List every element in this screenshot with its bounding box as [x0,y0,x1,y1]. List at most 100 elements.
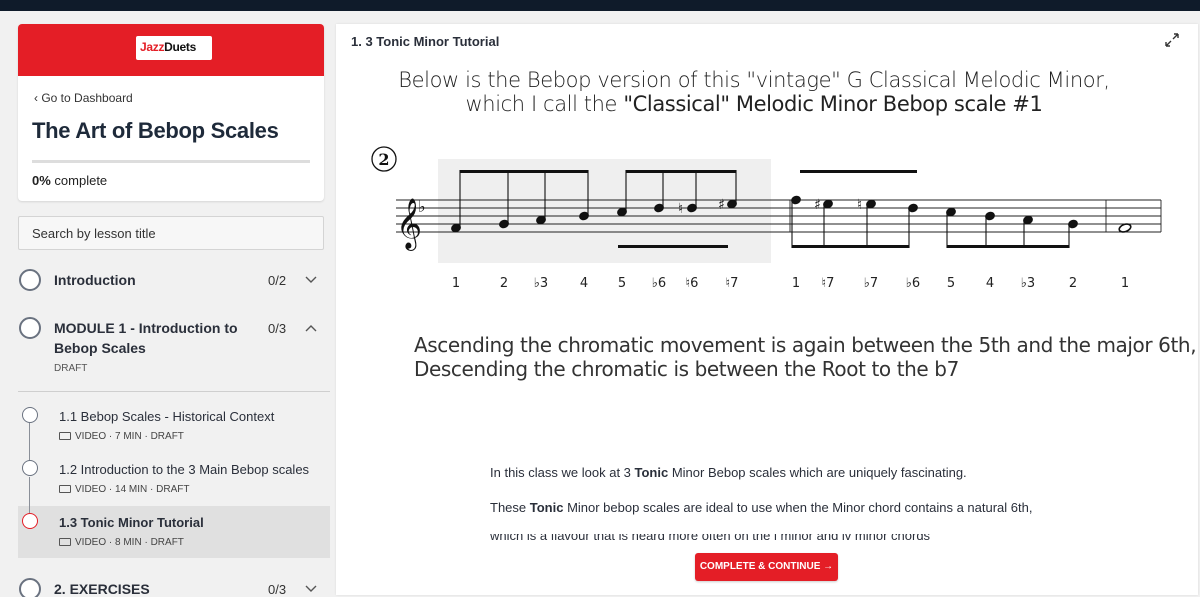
scale-degree-label: ♮6 [686,276,699,291]
module-progress-count: 0/2 [268,273,287,288]
lesson-status-circle-icon [22,513,38,529]
lesson-status: DRAFT [156,484,190,495]
module-status-draft: DRAFT [54,363,88,374]
description-line-2: Descending the chromatic is between the … [414,357,959,381]
lesson-meta: VIDEO · 8 MIN · DRAFT [59,537,184,548]
module-title-exercises[interactable]: 2. EXERCISES [54,579,150,597]
intro-line-2-text: which I call the [465,92,624,116]
lesson-title[interactable]: 1.1 Bebop Scales - Historical Context [59,409,274,424]
intro-line-2: which I call the "Classical" Melodic Min… [336,92,1172,116]
scale-degree-label: ♭6 [906,276,920,291]
course-card: JazzDuets ‹ Go to Dashboard The Art of B… [18,24,324,201]
module-title-introduction[interactable]: Introduction [54,270,136,290]
accidental-icon: ♯ [718,197,725,213]
video-icon [59,432,71,440]
module-progress-count: 0/3 [268,321,287,336]
lesson-list: Introduction 0/2 MODULE 1 - Introduction… [0,258,330,597]
scale-degree-label: ♭3 [1021,276,1035,291]
lesson-meta: VIDEO · 14 MIN · DRAFT [59,484,189,495]
p1-text: In this class we look at 3 [490,465,635,480]
scale-degree-label: 4 [986,276,994,291]
module-progress-count: 0/3 [268,582,287,597]
chevron-up-icon[interactable] [305,324,317,332]
jazz-duets-logo[interactable]: JazzDuets [136,36,212,60]
module-title-line1[interactable]: MODULE 1 - Introduction to [54,318,238,338]
scale-degree-label: 1 [1121,276,1129,291]
accidental-icon: ♮ [678,201,683,217]
progress-label-rest: complete [50,173,108,188]
lesson-status: DRAFT [150,431,184,442]
lesson-meta: VIDEO · 7 MIN · DRAFT [59,431,184,442]
module-title-line2[interactable]: Bebop Scales [54,338,238,358]
module-status-circle-icon [19,269,41,291]
beam [947,245,1069,248]
progress-bar [32,160,310,163]
brand-header: JazzDuets [18,24,324,76]
scale-degree-label: 1 [452,276,460,291]
svg-text:2: 2 [378,150,389,169]
lesson-duration: 8 MIN [115,537,142,548]
back-label[interactable]: Go to Dashboard [41,91,132,105]
lesson-title[interactable]: 1.2 Introduction to the 3 Main Bebop sca… [59,462,309,477]
body-paragraph-1: In this class we look at 3 Tonic Minor B… [490,465,967,480]
intro-line-1: Below is the Bebop version of this "vint… [398,68,1110,92]
accidental-icon: ♮ [857,197,862,213]
scale-degree-label: ♮7 [726,276,739,291]
body-paragraph-3-clipped: which is a flavour that is heard more of… [490,534,1030,542]
lesson-type: VIDEO [75,484,107,495]
chevron-down-icon[interactable] [305,276,317,284]
p2-text-end: Minor bebop scales are ideal to use when… [563,500,1033,515]
body-paragraph-2: These Tonic Minor bebop scales are ideal… [490,500,1032,515]
lesson-status-circle-icon [22,407,38,423]
module-title-module-1[interactable]: MODULE 1 - Introduction to Bebop Scales [54,318,238,358]
course-title: The Art of Bebop Scales [32,118,279,143]
p1-text-end: Minor Bebop scales which are uniquely fa… [668,465,967,480]
p3-text: which is a flavour that is heard more of… [490,534,931,542]
browser-top-bar [0,0,1200,11]
complete-and-continue-button[interactable]: COMPLETE & CONTINUE → [695,553,838,581]
module-divider [18,391,330,392]
lesson-type: VIDEO [75,431,107,442]
p1-bold: Tonic [634,465,669,480]
lesson-heading: 1. 3 Tonic Minor Tutorial [351,34,500,49]
beam [618,245,728,248]
chevron-down-icon[interactable] [305,585,317,593]
lesson-title-active[interactable]: 1.3 Tonic Minor Tutorial [59,515,204,530]
description-line-1: Ascending the chromatic movement is agai… [414,333,1197,357]
progress-percent: 0% [32,173,51,188]
scale-degree-label: ♭3 [534,276,548,291]
beam [792,245,909,248]
p2-text: These [490,500,530,515]
p2-bold: Tonic [529,500,564,515]
video-icon [59,485,71,493]
scale-degree-label: ♭6 [652,276,666,291]
scale-degree-label: 1 [792,276,800,291]
expand-icon[interactable] [1164,32,1180,48]
lesson-status-circle-icon [22,460,38,476]
video-icon [59,538,71,546]
scale-degree-label: 4 [580,276,588,291]
scale-degree-label: 5 [947,276,955,291]
scale-degree-label: 2 [500,276,508,291]
lesson-status: DRAFT [150,537,184,548]
exercise-number: 2 [371,146,397,172]
scale-degree-label: 2 [1069,276,1077,291]
beam [800,170,917,173]
module-status-circle-icon [19,317,41,339]
progress-text: 0% complete [32,173,107,188]
back-to-dashboard-link[interactable]: ‹ Go to Dashboard [34,91,133,105]
scale-degree-label: ♭7 [864,276,878,291]
lesson-duration: 7 MIN [115,431,142,442]
bebop-scale-notation: 2 𝄞 ♭ ♮ ♯ ♯ ♮ 1 2 ♭3 4 5 ♭6 ♮6 ♮7 1 ♮7 ♭7 ♭6 5 4 ♭3 2 1 [371,146,1162,291]
scale-degrees: 1 2 ♭3 4 5 ♭6 ♮6 ♮7 1 ♮7 ♭7 ♭6 5 4 ♭3 2 1 [452,276,1129,291]
accidental-icon: ♯ [814,197,821,213]
lesson-search-input[interactable]: Search by lesson title [18,216,324,250]
lesson-content-panel: 1. 3 Tonic Minor Tutorial Below is the B… [336,24,1198,595]
active-lesson-highlight [18,506,330,558]
scale-degree-label: 5 [618,276,626,291]
lesson-duration: 14 MIN [115,484,148,495]
intro-line-2-bold: "Classical" Melodic Minor Bebop scale #1 [623,92,1043,116]
scale-degree-label: ♮7 [822,276,835,291]
module-status-circle-icon [19,578,41,597]
beam [460,170,588,173]
